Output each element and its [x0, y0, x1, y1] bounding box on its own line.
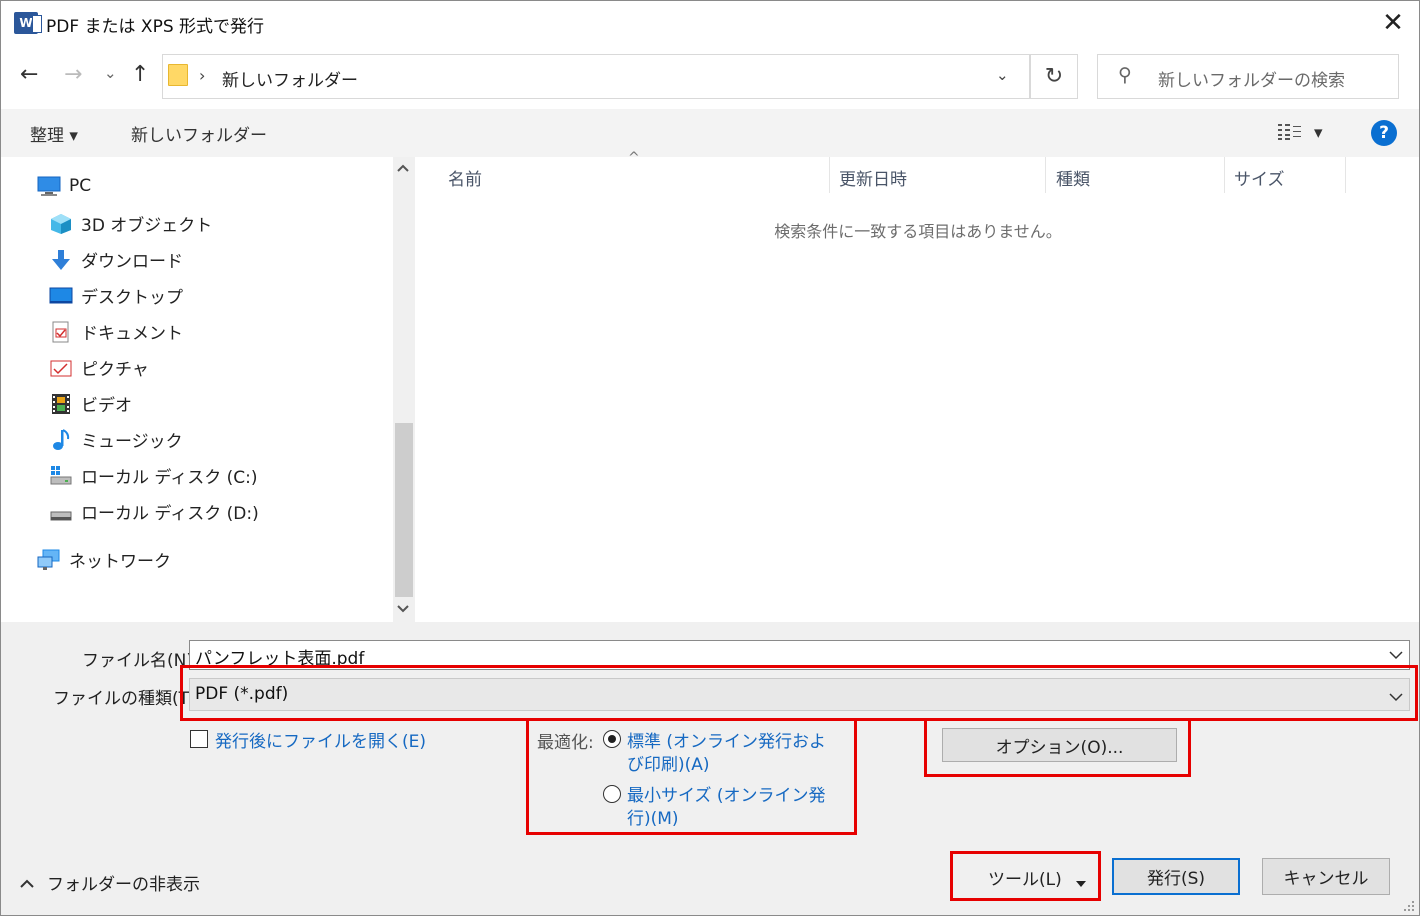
sidebar-item-label: ローカル ディスク (D:) [81, 504, 259, 524]
hard-drive-icon [49, 501, 73, 523]
pictures-icon [49, 357, 73, 379]
cancel-button[interactable]: キャンセル [1262, 858, 1390, 895]
view-options-icon[interactable] [1278, 124, 1302, 140]
up-arrow-icon[interactable]: ↑ [131, 62, 149, 87]
help-icon[interactable]: ? [1371, 120, 1397, 146]
sidebar-item-local-disk-c[interactable]: ローカル ディスク (C:) [49, 463, 257, 488]
sidebar-item-label: ドキュメント [81, 324, 183, 344]
resize-grip-icon[interactable] [1402, 898, 1416, 916]
new-folder-button[interactable]: 新しいフォルダー [131, 121, 267, 146]
column-divider[interactable] [1224, 157, 1225, 193]
refresh-icon: ↻ [1044, 64, 1064, 89]
scrollbar-thumb[interactable] [395, 423, 413, 597]
sidebar-item-label: PC [69, 176, 92, 196]
column-header-date-modified[interactable]: 更新日時 [839, 165, 907, 190]
sidebar-item-network[interactable]: ネットワーク [37, 547, 171, 572]
chevron-up-icon[interactable] [20, 874, 34, 894]
system-drive-icon [49, 465, 73, 487]
column-divider[interactable] [829, 157, 830, 193]
column-header-name[interactable]: 名前 [448, 165, 482, 190]
sidebar-item-label: ネットワーク [69, 552, 171, 572]
sidebar-item-label: デスクトップ [81, 288, 183, 308]
publish-button[interactable]: 発行(S) [1112, 858, 1240, 895]
organize-menu-button[interactable]: 整理 ▾ [30, 121, 78, 146]
sidebar-item-label: ミュージック [81, 432, 183, 452]
word-app-icon: W [14, 12, 42, 34]
open-after-publish-checkbox[interactable] [190, 730, 208, 748]
column-divider[interactable] [1345, 157, 1346, 193]
column-header-type[interactable]: 種類 [1056, 165, 1090, 190]
documents-icon [49, 321, 73, 343]
sidebar-item-desktop[interactable]: デスクトップ [49, 283, 183, 308]
sidebar-item-local-disk-d[interactable]: ローカル ディスク (D:) [49, 499, 259, 524]
sidebar-item-videos[interactable]: ビデオ [49, 391, 132, 416]
sidebar-item-pc[interactable]: PC [37, 175, 91, 197]
breadcrumb-current-folder[interactable]: 新しいフォルダー [222, 66, 358, 91]
breadcrumb-separator: › [199, 66, 206, 85]
sidebar-item-label: ピクチャ [81, 360, 149, 380]
open-after-publish-label[interactable]: 発行後にファイルを開く(E) [215, 727, 426, 752]
refresh-button[interactable]: ↻ [1030, 54, 1078, 99]
highlight-box-options [924, 718, 1191, 777]
sidebar-item-label: ビデオ [81, 396, 132, 416]
highlight-box-tools [950, 851, 1101, 901]
close-button[interactable]: ✕ [1372, 6, 1414, 40]
back-arrow-icon[interactable]: ← [20, 62, 38, 87]
search-placeholder: 新しいフォルダーの検索 [1158, 71, 1345, 91]
column-header-size[interactable]: サイズ [1234, 165, 1285, 190]
recent-locations-chevron-icon[interactable]: ⌄ [104, 64, 117, 82]
network-icon [37, 549, 61, 571]
empty-list-message: 検索条件に一致する項目はありません。 [774, 222, 1062, 241]
sidebar-item-documents[interactable]: ドキュメント [49, 319, 183, 344]
sidebar-item-3d-objects[interactable]: 3D オブジェクト [49, 211, 212, 236]
desktop-icon [49, 285, 73, 307]
download-arrow-icon [49, 249, 73, 271]
sidebar-item-label: ダウンロード [81, 252, 183, 272]
filename-dropdown-chevron-icon[interactable] [1389, 645, 1403, 664]
sidebar-item-label: ローカル ディスク (C:) [81, 468, 258, 488]
scroll-up-arrow-icon[interactable] [396, 162, 410, 177]
search-icon: ⚲ [1118, 64, 1132, 86]
sidebar-item-pictures[interactable]: ピクチャ [49, 355, 149, 380]
film-strip-icon [49, 393, 73, 415]
dialog-title: PDF または XPS 形式で発行 [46, 17, 265, 37]
highlight-box-filetype [180, 665, 1418, 721]
sidebar-item-downloads[interactable]: ダウンロード [49, 247, 183, 272]
sidebar-item-label: 3D オブジェクト [81, 216, 213, 236]
view-dropdown-chevron-icon[interactable]: ▾ [1314, 123, 1323, 143]
folder-icon [168, 64, 188, 86]
scroll-down-arrow-icon[interactable] [396, 603, 410, 618]
cube-3d-icon [49, 213, 73, 235]
highlight-box-optimize [526, 718, 857, 835]
forward-arrow-icon[interactable]: → [64, 62, 82, 87]
sidebar-item-music[interactable]: ミュージック [49, 427, 183, 452]
computer-icon [37, 175, 61, 197]
column-divider[interactable] [1045, 157, 1046, 193]
hide-folders-button[interactable]: フォルダーの非表示 [47, 870, 200, 895]
address-dropdown-chevron-icon[interactable]: ⌄ [996, 66, 1009, 84]
music-note-icon [49, 428, 73, 451]
sort-ascending-icon: ^ [628, 150, 640, 166]
